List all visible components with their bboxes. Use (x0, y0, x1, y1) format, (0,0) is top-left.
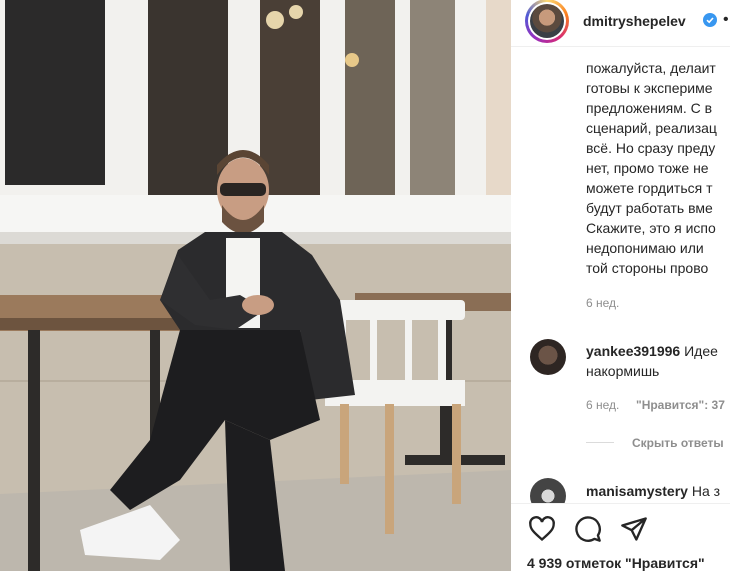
comment-likes[interactable]: "Нравится": 37 (636, 398, 725, 412)
caption-line: сценарий, реализац (586, 120, 717, 136)
likes-count[interactable]: 4 939 отметок "Нравится" (527, 555, 705, 571)
commenter-avatar[interactable] (530, 339, 566, 375)
comment-username[interactable]: manisamystery (586, 483, 688, 499)
caption-line: пожалуйста, делаит (586, 60, 716, 76)
comment-username[interactable]: yankee391996 (586, 343, 680, 359)
author-username[interactable]: dmitryshepelev (583, 13, 686, 29)
caption-line: недопонимаю или (586, 240, 704, 256)
hide-replies-button[interactable]: Скрыть ответы (632, 436, 724, 450)
post-caption: пожалуйста, делаит готовы к экспериме пр… (586, 58, 730, 278)
author-avatar[interactable] (525, 0, 569, 43)
caption-line: Скажите, это я испо (586, 220, 716, 236)
photo-scene (0, 0, 511, 571)
more-options-icon[interactable]: • (723, 11, 729, 29)
post-photo[interactable] (0, 0, 511, 571)
divider (586, 442, 614, 443)
post-actions: 4 939 отметок "Нравится" (511, 503, 730, 571)
verified-badge-icon (703, 13, 717, 27)
caption-line: той стороны прово (586, 260, 709, 276)
caption-line: всё. Но сразу преду (586, 140, 716, 156)
caption-line: можете гордиться т (586, 180, 713, 196)
caption-time[interactable]: 6 нед. (586, 296, 619, 310)
comment-text-continued: накормишь (586, 363, 660, 379)
comment-text: Идее (684, 343, 718, 359)
caption-line: нет, промо тоже не (586, 160, 709, 176)
comment-text: На з (691, 483, 721, 499)
post-panel: dmitryshepelev • пожалуйста, делаит гото… (511, 0, 730, 571)
caption-line: предложениям. С в (586, 100, 713, 116)
post-header: dmitryshepelev • (511, 0, 730, 47)
comment-icon[interactable] (574, 515, 602, 543)
caption-line: будут работать вме (586, 200, 713, 216)
comment-body: yankee391996 Идее (586, 341, 718, 361)
comment-time[interactable]: 6 нед. (586, 398, 619, 412)
caption-line: готовы к экспериме (586, 80, 713, 96)
share-icon[interactable] (620, 515, 648, 543)
heart-icon[interactable] (528, 515, 556, 543)
comment-body: manisamystery На з (586, 481, 720, 501)
